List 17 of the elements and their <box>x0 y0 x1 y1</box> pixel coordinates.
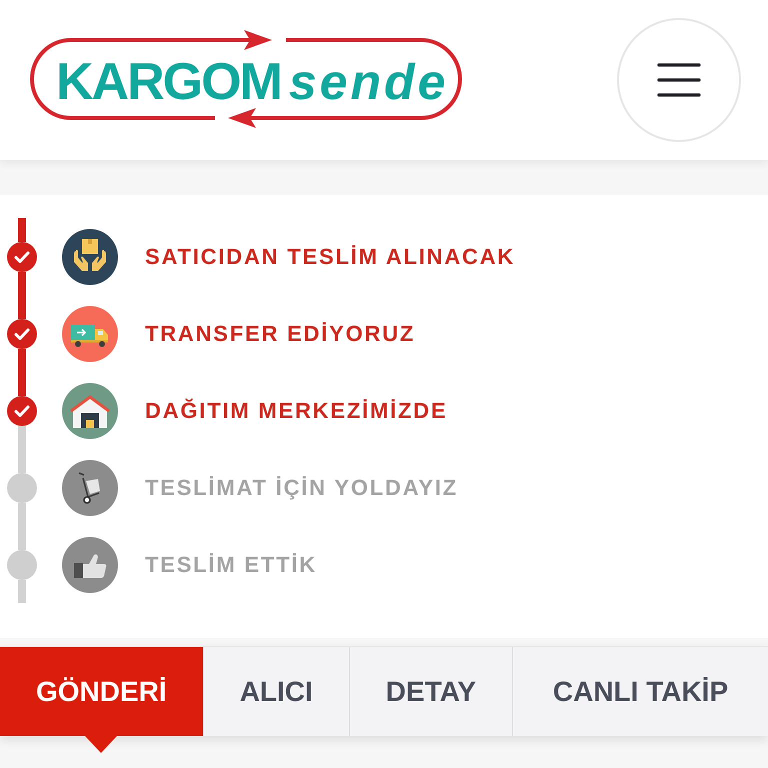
tab-pointer-icon <box>85 736 118 753</box>
step-label: SATICIDAN TESLİM ALINACAK <box>145 244 516 270</box>
step-label: TESLİMAT İÇİN YOLDAYIZ <box>145 474 458 500</box>
menu-icon <box>657 62 701 98</box>
step-label: TESLİM ETTİK <box>145 552 317 578</box>
tab[interactable]: ALICI <box>204 647 350 736</box>
hands-holding-box-icon <box>62 228 118 284</box>
step-label: TRANSFER EDİYORUZ <box>145 320 416 346</box>
logo-wordmark: sende <box>288 57 448 107</box>
truck-icon <box>62 306 118 362</box>
tab[interactable]: CANLI TAKİP <box>513 647 768 736</box>
hand-truck-icon <box>62 460 118 516</box>
thumbs-up-icon <box>62 536 118 592</box>
warehouse-icon <box>62 382 118 438</box>
tab[interactable]: DETAY <box>350 647 514 736</box>
step-label: DAĞITIM MERKEZİMİZDE <box>145 398 448 424</box>
logo-wordmark: KARGOM <box>56 56 281 108</box>
